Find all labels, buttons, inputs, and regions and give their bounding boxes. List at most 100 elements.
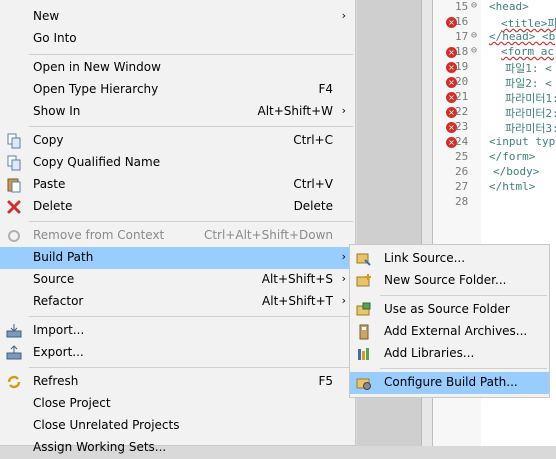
menu-item-new[interactable]: New › <box>0 6 355 28</box>
refresh-icon <box>6 374 22 390</box>
menu-item-label: Use as Source Folder <box>384 302 510 316</box>
menu-item-export[interactable]: Export... <box>0 342 355 364</box>
menu-item-label: Show In <box>33 104 81 118</box>
line-number: 17 <box>455 30 469 43</box>
code-text: </body> <box>493 165 540 178</box>
menu-item-copy-qualified-name[interactable]: Copy Qualified Name <box>0 152 355 174</box>
line-number: 23 <box>455 120 469 133</box>
fold-toggle-icon[interactable]: ⊖ <box>471 0 477 11</box>
editor-line[interactable]: × 21 파라미터1: <box>433 90 556 105</box>
submenu-arrow-icon: › <box>341 250 346 263</box>
menu-item-shortcut: F5 <box>318 374 333 388</box>
menu-item-label: Add External Archives... <box>384 324 528 338</box>
editor-line[interactable]: 17 ⊖ </head> <b <box>433 30 556 45</box>
line-number: 27 <box>455 180 469 193</box>
menu-item-go-into[interactable]: Go Into <box>0 28 355 50</box>
editor-line[interactable]: × 24 <input typ <box>433 135 556 150</box>
submenu-item-link-source[interactable]: Link Source... <box>350 248 549 270</box>
code-text: </html> <box>489 180 536 193</box>
menu-item-open-type-hierarchy[interactable]: Open Type Hierarchy F4 <box>0 79 355 101</box>
menu-item-label: Refresh <box>33 374 79 388</box>
link-source-icon <box>356 251 372 267</box>
menu-item-delete[interactable]: Delete Delete <box>0 196 355 218</box>
code-text: 파라미터1: <box>505 92 556 105</box>
editor-line[interactable]: × 20 파일2: < <box>433 75 556 90</box>
submenu-arrow-icon: › <box>341 9 346 22</box>
line-number: 26 <box>455 165 469 178</box>
menu-item-label: Configure Build Path... <box>384 375 518 389</box>
menu-item-shortcut: Ctrl+Alt+Shift+Down <box>203 228 333 242</box>
editor-line[interactable]: 25 </form> <box>433 150 556 165</box>
editor-line[interactable]: 15 ⊖ <head> <box>433 0 556 15</box>
menu-item-label: New <box>33 9 60 23</box>
remove-from-context-icon <box>6 228 22 244</box>
context-menu: New › Go Into Open in New Window Open Ty… <box>0 0 356 454</box>
menu-item-build-path[interactable]: Build Path › <box>0 247 355 269</box>
line-number: 16 <box>455 15 469 28</box>
editor-line[interactable]: 27 </html> <box>433 180 556 195</box>
editor-line[interactable]: × 19 파일1: < <box>433 60 556 75</box>
code-text: 파일2: < <box>505 77 552 90</box>
menu-item-import[interactable]: Import... <box>0 320 355 342</box>
menu-item-shortcut: Alt+Shift+W <box>257 104 334 118</box>
code-text: 파일1: < <box>505 62 552 75</box>
line-number: 28 <box>455 195 469 208</box>
submenu-item-new-source-folder[interactable]: New Source Folder... <box>350 270 549 292</box>
menu-item-copy[interactable]: Copy Ctrl+C <box>0 130 355 152</box>
use-as-source-folder-icon <box>356 302 372 318</box>
editor-line[interactable]: × 23 파라미터3: <box>433 120 556 135</box>
menu-item-shortcut: Ctrl+C <box>293 133 333 147</box>
editor-line[interactable]: × 22 파라미터2: <box>433 105 556 120</box>
menu-item-label: Import... <box>33 323 85 337</box>
code-text: </form> <box>489 150 536 163</box>
code-text: <title>피 <box>501 17 556 30</box>
menu-item-assign-working-sets[interactable]: Assign Working Sets... <box>0 437 355 459</box>
add-external-archives-icon <box>356 324 372 340</box>
code-text: </head> <b <box>489 30 556 43</box>
editor-line[interactable]: 28 <box>433 195 556 210</box>
menu-item-source[interactable]: Source Alt+Shift+S › <box>0 269 355 291</box>
submenu-item-add-libraries[interactable]: Add Libraries... <box>350 343 549 365</box>
submenu-item-configure-build-path[interactable]: Configure Build Path... <box>350 372 549 394</box>
menu-item-label: Open in New Window <box>33 60 161 74</box>
editor-line[interactable]: × 16 <title>피 <box>433 15 556 30</box>
fold-toggle-icon[interactable]: ⊖ <box>471 30 477 41</box>
menu-separator <box>29 316 353 317</box>
menu-item-paste[interactable]: Paste Ctrl+V <box>0 174 355 196</box>
code-text: <input typ <box>489 135 556 148</box>
menu-item-open-in-new-window[interactable]: Open in New Window <box>0 57 355 79</box>
menu-item-close-project[interactable]: Close Project <box>0 393 355 415</box>
menu-item-label: Source <box>33 272 75 286</box>
delete-icon <box>6 199 22 215</box>
menu-item-show-in[interactable]: Show In Alt+Shift+W › <box>0 101 355 123</box>
line-number: 20 <box>455 75 469 88</box>
editor-line[interactable]: 26 </body> <box>433 165 556 180</box>
submenu-arrow-icon: › <box>341 294 346 307</box>
submenu-arrow-icon: › <box>341 104 346 117</box>
menu-item-label: Copy <box>33 133 64 147</box>
line-number: 24 <box>455 135 469 148</box>
menu-item-label: Build Path <box>33 250 94 264</box>
submenu-item-use-as-source-folder[interactable]: Use as Source Folder <box>350 299 549 321</box>
menu-item-refresh[interactable]: Refresh F5 <box>0 371 355 393</box>
submenu-item-add-external-archives[interactable]: Add External Archives... <box>350 321 549 343</box>
menu-item-close-unrelated-projects[interactable]: Close Unrelated Projects <box>0 415 355 437</box>
fold-toggle-icon[interactable]: ⊖ <box>471 45 477 56</box>
add-libraries-icon <box>356 346 372 362</box>
menu-item-shortcut: Delete <box>293 199 333 213</box>
menu-item-label: Close Project <box>33 396 111 410</box>
menu-separator <box>29 221 353 222</box>
line-number: 19 <box>455 60 469 73</box>
export-icon <box>6 345 22 361</box>
menu-item-shortcut: F4 <box>318 82 333 96</box>
line-number: 21 <box>455 90 469 103</box>
line-number: 25 <box>455 150 469 163</box>
menu-item-refactor[interactable]: Refactor Alt+Shift+T › <box>0 291 355 313</box>
menu-item-remove-from-context: Remove from Context Ctrl+Alt+Shift+Down <box>0 225 355 247</box>
menu-item-label: Close Unrelated Projects <box>33 418 180 432</box>
copy-icon <box>6 133 22 149</box>
menu-item-shortcut: Ctrl+V <box>293 177 333 191</box>
menu-item-label: Copy Qualified Name <box>33 155 161 169</box>
editor-line[interactable]: × 18 ⊖ <form ac <box>433 45 556 60</box>
menu-item-label: Add Libraries... <box>384 346 475 360</box>
